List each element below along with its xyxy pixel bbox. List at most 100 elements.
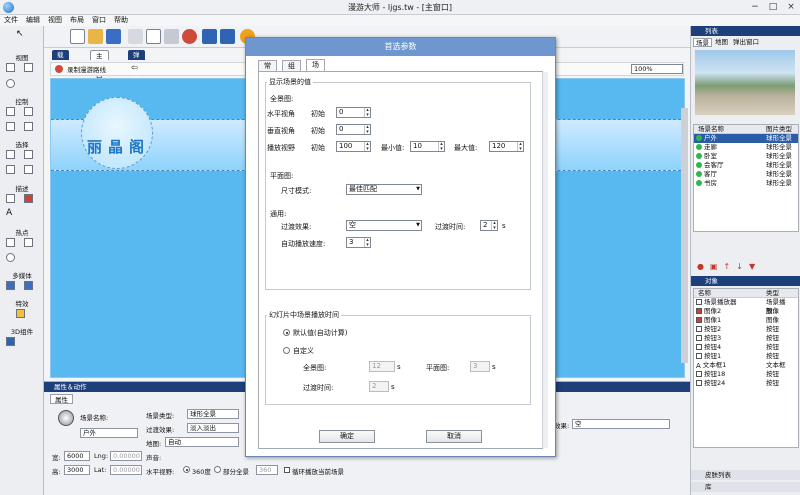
tab-maps[interactable]: 地图 xyxy=(713,38,730,47)
cut-icon[interactable] xyxy=(128,29,143,44)
map-select[interactable]: 自动 xyxy=(165,437,239,447)
spin-arrows-icon[interactable]: ▴ ▾ xyxy=(438,142,444,151)
media-video-icon[interactable] xyxy=(6,281,15,290)
list-item[interactable]: 按钮1 按钮 xyxy=(694,352,798,361)
hotspot-point-icon[interactable] xyxy=(6,238,15,247)
custom-pano-input[interactable]: 12 xyxy=(369,361,395,372)
scene-list-actions[interactable]: ●▣↑↓▼ xyxy=(697,262,761,271)
select-combo-icon[interactable] xyxy=(24,150,33,159)
list-item[interactable]: 按钮18 按钮 xyxy=(694,370,798,379)
list-item[interactable]: 会客厅 球形全景 xyxy=(694,161,798,170)
tab-components[interactable]: 组件 xyxy=(282,60,301,81)
spin-arrows-icon[interactable]: ▴ ▾ xyxy=(364,142,370,151)
scene-type-select[interactable]: 球形全景 xyxy=(187,409,239,419)
hotspot-area-icon[interactable] xyxy=(24,238,33,247)
fov-init-input[interactable]: 100 ▴ ▾ xyxy=(336,141,371,152)
spin-arrows-icon[interactable]: ▴ ▾ xyxy=(364,125,370,134)
radio-partial[interactable] xyxy=(214,466,221,473)
lat-input[interactable]: 0.00000 xyxy=(110,465,142,475)
radio-default-time[interactable] xyxy=(283,329,290,336)
skin-list-header[interactable]: 皮肤列表 xyxy=(691,470,800,480)
maximize-button[interactable]: □ xyxy=(764,0,782,14)
3d-component-icon[interactable] xyxy=(6,337,15,346)
spin-arrows-icon[interactable]: ▴ ▾ xyxy=(491,221,497,230)
open-folder-icon[interactable] xyxy=(88,29,103,44)
tab-popups[interactable]: 弹出窗口 xyxy=(731,38,761,47)
select-list-icon[interactable] xyxy=(6,150,15,159)
scene-col-name[interactable]: 场景名称 xyxy=(694,125,724,133)
cancel-button[interactable]: 取消 xyxy=(426,430,482,443)
save-icon[interactable] xyxy=(106,29,121,44)
fov-max-input[interactable]: 120 ▴ ▾ xyxy=(489,141,524,152)
canvas-logo-circle[interactable] xyxy=(81,97,153,169)
custom-plane-input[interactable]: 3 xyxy=(470,361,490,372)
list-item[interactable]: 书房 球形全景 xyxy=(694,179,798,188)
select-map-icon[interactable] xyxy=(24,165,33,174)
tab-scenes[interactable]: 场景 xyxy=(693,38,712,47)
fov-min-input[interactable]: 10 ▴ ▾ xyxy=(410,141,445,152)
effect-select[interactable]: 空 xyxy=(572,419,670,429)
list-item[interactable]: 走廊 球形全景 xyxy=(694,143,798,152)
radio-custom-time[interactable] xyxy=(283,347,290,354)
minimize-button[interactable]: − xyxy=(746,0,764,14)
paste-icon[interactable] xyxy=(164,29,179,44)
back-arrow-icon[interactable]: ⇦ xyxy=(131,63,138,72)
media-sound-icon[interactable] xyxy=(24,281,33,290)
radio-360[interactable] xyxy=(183,466,190,473)
list-item[interactable]: 卧室 球形全景 xyxy=(694,152,798,161)
list-item[interactable]: 图像1 图像 xyxy=(694,316,798,325)
list-item[interactable]: A 文本框1 文本框 xyxy=(694,361,798,370)
list-item[interactable]: 按钮24 按钮 xyxy=(694,379,798,388)
partial-input[interactable]: 360 xyxy=(256,465,278,475)
autorotate-input[interactable]: 3 ▴ ▾ xyxy=(346,237,371,248)
scene-name-input[interactable]: 户外 xyxy=(80,428,138,438)
control-compass-icon[interactable] xyxy=(24,122,33,131)
redo-icon[interactable] xyxy=(220,29,235,44)
copy-icon[interactable] xyxy=(146,29,161,44)
pan-init-input[interactable]: 0 ▴ ▾ xyxy=(336,107,371,118)
list-item[interactable]: 图像2 图像 xyxy=(694,307,798,316)
list-item[interactable]: 按钮3 按钮 xyxy=(694,334,798,343)
transition-time-input[interactable]: 2 ▴ ▾ xyxy=(480,220,498,231)
canvas-scrollbar[interactable] xyxy=(681,108,688,363)
view-sphere-icon[interactable] xyxy=(6,79,15,88)
close-button[interactable]: × xyxy=(782,0,800,14)
select-thumb-icon[interactable] xyxy=(6,165,15,174)
list-item[interactable]: 按钮2 按钮 xyxy=(694,325,798,334)
size-mode-select[interactable]: 最佳匹配 ▼ xyxy=(346,184,422,195)
effects-icon[interactable] xyxy=(16,309,25,318)
transition-select[interactable]: 淡入淡出 xyxy=(187,423,239,433)
custom-trans-input[interactable]: 2 xyxy=(369,381,389,392)
describe-text-icon[interactable] xyxy=(6,194,15,203)
list-item[interactable]: 户外 球形全景 xyxy=(694,134,798,143)
spin-arrows-icon[interactable]: ▴ ▾ xyxy=(364,108,370,117)
control-nav-icon[interactable] xyxy=(6,122,15,131)
tab-main-window[interactable]: 主窗口 xyxy=(90,50,109,80)
view-pano-icon[interactable] xyxy=(6,63,15,72)
view-image-icon[interactable] xyxy=(24,63,33,72)
height-input[interactable]: 3000 xyxy=(64,465,90,475)
properties-tab[interactable]: 属性 xyxy=(50,394,73,404)
tab-scene[interactable]: 场景 xyxy=(306,59,325,80)
hotspot-circle-icon[interactable] xyxy=(6,253,15,262)
menu-layout[interactable]: 布局 xyxy=(66,15,88,26)
new-file-icon[interactable] xyxy=(70,29,85,44)
dialog-scrollbar[interactable] xyxy=(542,72,548,448)
spin-arrows-icon[interactable]: ▴ ▾ xyxy=(517,142,523,151)
control-slider-icon[interactable] xyxy=(24,107,33,116)
width-input[interactable]: 6000 xyxy=(64,451,90,461)
tab-load-window[interactable]: 载入窗口 xyxy=(52,50,69,89)
tab-general[interactable]: 常规 xyxy=(258,60,277,81)
zoom-select[interactable]: 100% xyxy=(631,64,683,74)
scene-col-type[interactable]: 图片类型 xyxy=(766,125,792,134)
describe-font-icon[interactable]: A xyxy=(6,209,15,218)
ok-button[interactable]: 确定 xyxy=(319,430,375,443)
lng-input[interactable]: 0.00000 xyxy=(110,451,142,461)
tab-popup-window[interactable]: 弹出窗口 xyxy=(128,50,145,89)
describe-image-icon[interactable] xyxy=(24,194,33,203)
tilt-init-input[interactable]: 0 ▴ ▾ xyxy=(336,124,371,135)
menu-help[interactable]: 帮助 xyxy=(110,15,132,26)
undo-icon[interactable] xyxy=(202,29,217,44)
menu-window[interactable]: 窗口 xyxy=(88,15,110,26)
list-item[interactable]: 客厅 球形全景 xyxy=(694,170,798,179)
